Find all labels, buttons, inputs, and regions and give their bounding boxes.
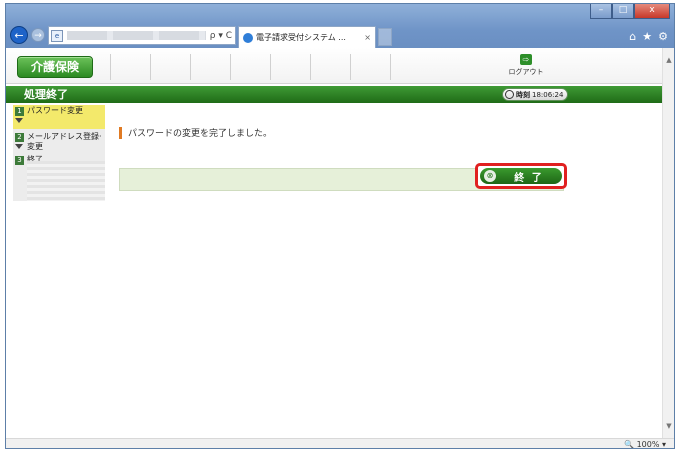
- step-number: 1: [15, 107, 24, 116]
- message-text: パスワードの変更を完了しました。: [128, 129, 273, 139]
- favorites-star-icon[interactable]: ★: [642, 30, 652, 43]
- minimize-button[interactable]: –: [590, 4, 612, 19]
- address-bar[interactable]: e ρ ▾ C: [48, 26, 236, 45]
- page-favicon-icon: e: [51, 29, 63, 42]
- end-button[interactable]: ⊗ 終 了: [480, 168, 562, 184]
- page-content: 介護保険 ⇨ ログアウト 処理終了 時刻 18:06:24 1 パスワード変更 …: [6, 48, 674, 438]
- header-menu-slots: [110, 54, 430, 80]
- scroll-down-icon[interactable]: ▼: [663, 420, 674, 432]
- tab-title: 電子請求受付システム ...: [256, 33, 346, 42]
- header-slot: [110, 54, 150, 80]
- settings-gear-icon[interactable]: ⚙: [658, 30, 668, 43]
- clock-badge: 時刻 18:06:24: [502, 88, 568, 101]
- completion-message: パスワードの変更を完了しました。: [119, 126, 272, 139]
- header-slot: [190, 54, 230, 80]
- header-slot: [310, 54, 350, 80]
- window-controls: – □ x: [590, 4, 670, 20]
- header-slot: [150, 54, 190, 80]
- address-url-redacted[interactable]: [67, 31, 206, 40]
- step-sidebar: 1 パスワード変更 2 メールアドレス登録·変更 3 終了: [13, 105, 105, 201]
- sidebar-step-password-change: 1 パスワード変更: [13, 105, 105, 129]
- clock-label: 時刻: [516, 90, 530, 99]
- sidebar-step-email-registration: 2 メールアドレス登録·変更: [13, 131, 105, 153]
- clock-value: 18:06:24: [532, 90, 564, 99]
- logout-icon: ⇨: [520, 54, 532, 65]
- vertical-scrollbar[interactable]: ▲ ▼: [662, 48, 674, 438]
- close-window-button[interactable]: x: [634, 4, 670, 19]
- tab-close-icon[interactable]: ×: [364, 33, 371, 42]
- sidebar-filler: [27, 161, 105, 201]
- end-button-highlight: ⊗ 終 了: [475, 163, 567, 189]
- browser-titlebar: – □ x ← → e ρ ▾ C 電子請求受付システム ... × ⌂ ★ ⚙: [6, 4, 674, 48]
- app-header: 介護保険 ⇨ ログアウト: [6, 48, 662, 84]
- app-logo-button[interactable]: 介護保険: [17, 56, 93, 78]
- header-slot: [230, 54, 270, 80]
- step-arrow-icon: [15, 118, 23, 123]
- logout-button[interactable]: ⇨ ログアウト: [506, 54, 546, 77]
- close-circle-icon: ⊗: [484, 170, 496, 182]
- zoom-value: 100%: [636, 440, 660, 449]
- scroll-up-icon[interactable]: ▲: [663, 54, 674, 66]
- step-label: パスワード変更: [27, 106, 83, 115]
- forward-arrow-icon[interactable]: →: [31, 28, 45, 42]
- message-marker: [119, 126, 122, 139]
- step-number: 3: [15, 156, 24, 165]
- end-button-label: 終 了: [514, 172, 544, 184]
- page-title: 処理終了: [24, 88, 68, 101]
- step-label: メールアドレス登録·変更: [27, 132, 102, 151]
- home-icon[interactable]: ⌂: [629, 30, 636, 43]
- address-tools[interactable]: ρ ▾ C: [210, 31, 235, 41]
- header-slot: [350, 54, 390, 80]
- browser-tab[interactable]: 電子請求受付システム ... ×: [238, 26, 376, 48]
- browser-toolbar-icons: ⌂ ★ ⚙: [629, 30, 668, 43]
- header-slot: [270, 54, 310, 80]
- new-tab-button[interactable]: [378, 28, 392, 46]
- back-arrow-icon[interactable]: ←: [10, 26, 28, 44]
- maximize-button[interactable]: □: [612, 4, 634, 19]
- browser-window: – □ x ← → e ρ ▾ C 電子請求受付システム ... × ⌂ ★ ⚙…: [5, 3, 675, 449]
- header-slot: [390, 54, 430, 80]
- zoom-level[interactable]: 🔍 100% ▾: [624, 439, 666, 449]
- step-arrow-icon: [15, 144, 23, 149]
- ie-tab-icon: [243, 32, 253, 43]
- logout-label: ログアウト: [508, 68, 544, 76]
- step-number: 2: [15, 133, 24, 142]
- process-title-bar: 処理終了 時刻 18:06:24: [6, 86, 662, 103]
- status-bar: 🔍 100% ▾: [6, 438, 674, 449]
- clock-icon: [505, 90, 514, 99]
